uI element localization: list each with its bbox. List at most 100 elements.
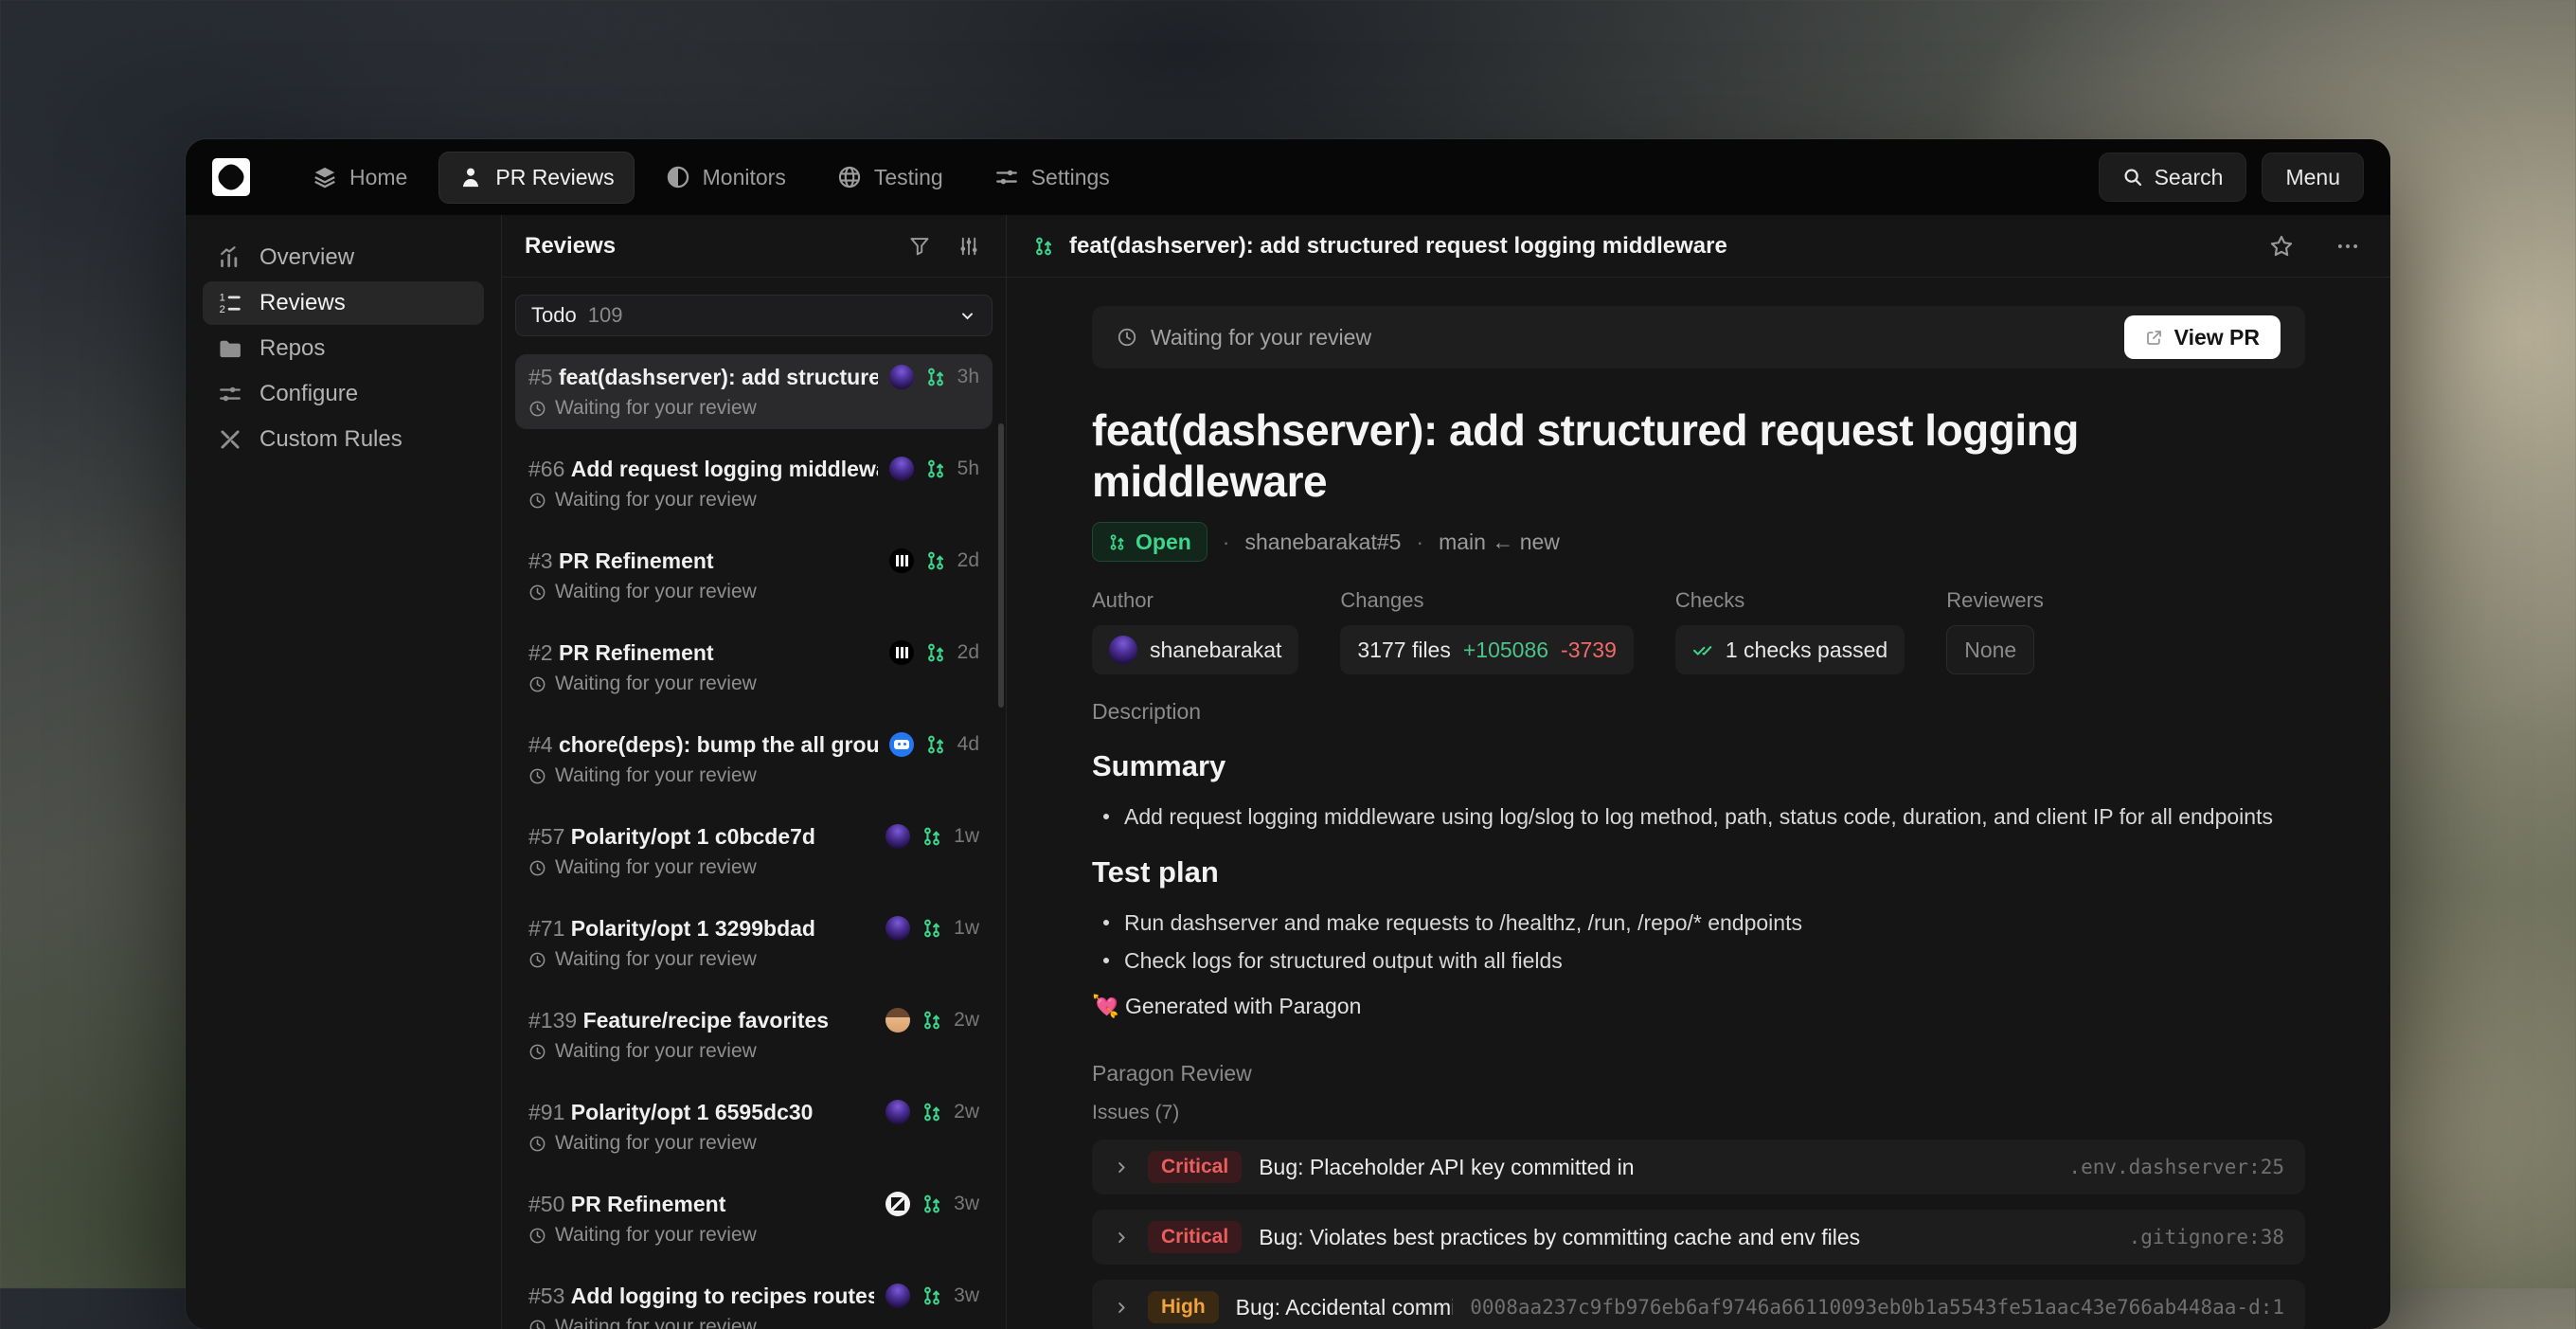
nav-item-settings[interactable]: Settings (975, 153, 1129, 203)
app-logo[interactable] (212, 158, 250, 196)
search-button[interactable]: Search (2099, 153, 2247, 202)
more-actions-button[interactable] (2332, 230, 2364, 262)
avatar (889, 548, 914, 573)
sidebar-item-label: Custom Rules (259, 426, 402, 453)
view-pr-button[interactable]: View PR (2124, 315, 2281, 359)
avatar (886, 1008, 910, 1033)
clock-icon (1117, 327, 1137, 348)
review-list-item[interactable]: #66 Add request logging middleware to r…… (515, 446, 993, 521)
clock-icon (528, 1135, 546, 1153)
review-list-item[interactable]: #5 feat(dashserver): add structured requ… (515, 354, 993, 429)
paragon-review-label: Paragon Review (1092, 1061, 2305, 1087)
time-ago: 5h (957, 458, 979, 480)
funnel-icon (909, 236, 930, 257)
adjustments-icon (958, 236, 979, 257)
review-list-item[interactable]: #50 PR Refinement 3w Waiting for your re… (515, 1181, 993, 1256)
issue-location: .env.dashserver:25 (2068, 1156, 2284, 1178)
pull-request-icon (921, 1285, 942, 1306)
changes-label: Changes (1340, 588, 1633, 613)
review-list-item[interactable]: #139 Feature/recipe favorites 2w Waiting… (515, 997, 993, 1072)
pr-meta-row: Open · shanebarakat#5 · main ← new (1092, 522, 2305, 562)
nav-item-label: Testing (874, 165, 943, 190)
pr-number: #53 (528, 1284, 564, 1308)
nav-item-pr-reviews[interactable]: PR Reviews (439, 153, 633, 203)
review-list-item[interactable]: #2 PR Refinement 2d Waiting for your rev… (515, 630, 993, 705)
avatar (1109, 636, 1137, 664)
severity-badge: High (1148, 1291, 1219, 1323)
author-pill: shanebarakat (1092, 625, 1298, 674)
pr-state-badge: Open (1092, 522, 1208, 562)
sidebar-item-reviews[interactable]: 12 Reviews (203, 281, 484, 325)
pr-title: Feature/recipe favorites (583, 1008, 830, 1033)
sidebar-item-configure[interactable]: Configure (203, 372, 484, 416)
issue-row[interactable]: Critical Bug: Placeholder API key commit… (1092, 1140, 2305, 1194)
avatar (886, 916, 910, 941)
adjustments-button[interactable] (955, 232, 983, 260)
pr-state-label: Open (1136, 530, 1191, 555)
testplan-bullet: Run dashserver and make requests to /hea… (1092, 908, 2305, 937)
issue-row[interactable]: Critical Bug: Violates best practices by… (1092, 1210, 2305, 1265)
review-list-item[interactable]: #4 chore(deps): bump the all group acros… (515, 722, 993, 797)
pr-title: PR Refinement (571, 1192, 726, 1216)
scrollbar-thumb[interactable] (998, 423, 1004, 708)
nav-item-monitors[interactable]: Monitors (647, 153, 805, 203)
nav-item-label: Settings (1031, 165, 1110, 190)
pr-title: PR Refinement (559, 640, 714, 665)
filter-button[interactable] (905, 232, 934, 260)
sidebar: Overview 12 Reviews Repos Configure Cust… (186, 215, 501, 1329)
pr-detail-header: feat(dashserver): add structured request… (1007, 215, 2390, 278)
review-list-item[interactable]: #57 Polarity/opt 1 c0bcde7d 1w Waiting f… (515, 814, 993, 889)
clock-icon (528, 859, 546, 877)
issue-title: Bug: Violates best practices by committi… (1259, 1225, 1860, 1250)
pr-ref: shanebarakat#5 (1244, 530, 1401, 555)
logo-icon (212, 158, 250, 196)
nav-item-testing[interactable]: Testing (818, 153, 962, 203)
favorite-button[interactable] (2265, 230, 2298, 262)
testplan-bullet: Check logs for structured output with al… (1092, 946, 2305, 975)
checks-status: 1 checks passed (1726, 638, 1887, 663)
tune-icon (218, 382, 242, 406)
status-filter-select[interactable]: Todo 109 (515, 295, 993, 336)
menu-button[interactable]: Menu (2262, 153, 2364, 202)
sidebar-item-custom-rules[interactable]: Custom Rules (203, 418, 484, 461)
folder-icon (218, 336, 242, 361)
reviews-list-body: Todo 109 #5 feat(dashserver): add struct… (502, 278, 1006, 1329)
review-list-item[interactable]: #3 PR Refinement 2d Waiting for your rev… (515, 538, 993, 613)
checks-column: Checks 1 checks passed (1675, 588, 1905, 674)
time-ago: 2w (954, 1009, 979, 1032)
nav-item-label: Monitors (703, 165, 786, 190)
author-label: Author (1092, 588, 1298, 613)
nav-item-label: PR Reviews (495, 165, 614, 190)
reviewers-value: None (1964, 638, 2016, 663)
files-changed: 3177 files (1357, 638, 1450, 663)
pr-title: feat(dashserver): add structured requ… (559, 365, 878, 389)
pr-number: #2 (528, 640, 553, 665)
pr-title: Add request logging middleware to r… (571, 457, 878, 481)
review-status: Waiting for your review (555, 1316, 757, 1329)
pr-info-grid: Author shanebarakat Changes 3177 files +… (1092, 588, 2305, 674)
clock-icon (528, 1227, 546, 1245)
nav-item-home[interactable]: Home (294, 153, 426, 203)
avatar (889, 732, 914, 757)
time-ago: 3h (957, 366, 979, 388)
issue-row[interactable]: High Bug: Accidental commit of numerous … (1092, 1280, 2305, 1329)
sidebar-item-label: Reviews (259, 290, 346, 316)
banner-text: Waiting for your review (1151, 325, 1371, 350)
sidebar-item-label: Configure (259, 381, 358, 407)
avatar (886, 824, 910, 849)
review-list-item[interactable]: #71 Polarity/opt 1 3299bdad 1w Waiting f… (515, 906, 993, 980)
app-window: Home PR Reviews Monitors Testing Setting… (186, 139, 2390, 1329)
search-icon (2122, 167, 2143, 188)
review-list-item[interactable]: #53 Add logging to recipes routes 3w Wai… (515, 1273, 993, 1329)
sidebar-item-repos[interactable]: Repos (203, 327, 484, 370)
avatar (886, 1284, 910, 1308)
pull-request-icon (925, 367, 946, 387)
review-status: Waiting for your review (555, 948, 757, 971)
review-list-item[interactable]: #91 Polarity/opt 1 6595dc30 2w Waiting f… (515, 1089, 993, 1164)
author-name: shanebarakat (1150, 638, 1281, 663)
pr-title: Polarity/opt 1 c0bcde7d (571, 824, 815, 849)
reviewers-column: Reviewers None (1946, 588, 2044, 674)
issue-title: Bug: Accidental commit of numerous (1236, 1295, 1454, 1320)
sidebar-item-overview[interactable]: Overview (203, 236, 484, 279)
pull-request-icon (1033, 236, 1054, 257)
